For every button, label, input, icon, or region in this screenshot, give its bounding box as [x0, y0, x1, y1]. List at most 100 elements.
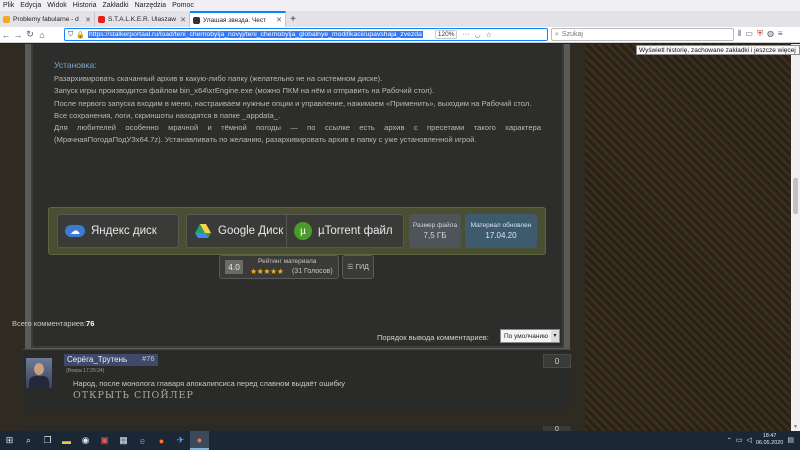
tab-current[interactable]: Улашая звезда. Чест ✕ — [190, 11, 286, 27]
hamburger-menu-icon[interactable]: ≡ — [778, 29, 783, 39]
sort-label: Порядок вывода комментариев: — [377, 333, 489, 342]
comments-count: Всего комментариев:76 — [12, 319, 94, 328]
search-icon[interactable]: ⌕ — [19, 431, 38, 450]
search-input[interactable]: ⌕ Szukaj — [551, 28, 734, 41]
updated-label: Материал обновлен — [470, 222, 532, 229]
tab-problemy[interactable]: Problemy fabularne - d ✕ — [0, 12, 95, 27]
pocket-icon[interactable]: ◡ — [474, 31, 480, 39]
avatar[interactable] — [26, 358, 52, 388]
yandex-disk-button[interactable]: ☁ Яндекс диск — [57, 214, 179, 248]
comment-text: Народ, после монолога главаря апокалипси… — [73, 379, 345, 388]
yandex-disk-icon: ☁ — [65, 225, 85, 237]
game-icon[interactable]: ✈ — [171, 431, 190, 450]
rating-label: Рейтинг материала — [258, 258, 317, 265]
rating-stars[interactable]: ★★★★★ — [250, 267, 284, 276]
scrollbar-thumb[interactable] — [793, 178, 798, 214]
firefox-icon[interactable]: ● — [152, 431, 171, 450]
rating-score: 4.0 — [225, 260, 243, 274]
home-icon[interactable]: ⌂ — [36, 30, 48, 40]
notification-icon[interactable]: ▤ — [787, 436, 794, 444]
network-icon[interactable]: ▭ — [736, 436, 743, 444]
chevron-up-icon[interactable]: ⌃ — [727, 437, 732, 444]
guide-button[interactable]: ☰ ГИД — [342, 255, 374, 279]
list-icon: ☰ — [347, 264, 354, 271]
tab-label: S.T.A.L.K.E.R. Ulaszaw — [108, 16, 176, 23]
task-view-icon[interactable]: ❐ — [38, 431, 57, 450]
menu-history[interactable]: Historia — [73, 2, 97, 9]
forward-icon[interactable]: → — [12, 30, 24, 40]
menu-bar: Plik Edycja Widok Historia Zakładki Narz… — [0, 0, 800, 11]
sort-select[interactable]: По умолчанию ▾ — [500, 329, 560, 343]
photos-icon[interactable]: ▦ — [114, 431, 133, 450]
scroll-down-icon[interactable]: ▼ — [791, 424, 800, 430]
rating-box: 4.0 Рейтинг материала ★★★★★ (31 Голосов) — [219, 255, 339, 279]
install-line: После первого запуска входим в меню, нас… — [54, 98, 532, 108]
menu-tools[interactable]: Narzędzia — [135, 2, 167, 9]
addon-icon[interactable]: ◍ — [767, 29, 774, 39]
radiation-icon — [193, 16, 200, 24]
install-title: Установка: — [54, 60, 97, 70]
scrollbar[interactable]: ▲ ▼ — [791, 44, 800, 431]
tab-bar: Problemy fabularne - d ✕ S.T.A.L.K.E.R. … — [0, 11, 800, 27]
bookmark-star-icon[interactable]: ☆ — [486, 31, 492, 39]
new-tab-button[interactable]: + — [286, 12, 300, 27]
zoom-level[interactable]: 120% — [434, 30, 458, 39]
clock[interactable]: 18:47 06.05.2020 — [756, 433, 784, 447]
install-line: Запуск игры производится файлом bin_x64\… — [54, 86, 435, 96]
utorrent-icon: µ — [294, 222, 312, 240]
close-icon[interactable]: ✕ — [180, 16, 186, 24]
updated-value: 17.04.20 — [485, 231, 517, 240]
file-size-box: Размер файла 7,5 ГБ — [409, 214, 461, 248]
menu-edit[interactable]: Edycja — [20, 2, 41, 9]
comments-count-label: Всего комментариев: — [12, 319, 87, 328]
updated-box: Материал обновлен 17.04.20 — [465, 214, 537, 248]
clock-time: 18:47 — [762, 433, 777, 439]
comment-date: (Вчера 17:29:24) — [66, 368, 105, 374]
file-size-label: Размер файла — [412, 222, 458, 229]
close-icon[interactable]: ✕ — [85, 16, 91, 24]
app-icon[interactable]: ▣ — [95, 431, 114, 450]
steam-icon[interactable]: ◉ — [76, 431, 95, 450]
menu-file[interactable]: Plik — [3, 2, 14, 9]
back-icon[interactable]: ← — [0, 30, 12, 40]
sort-select-value: По умолчанию — [504, 332, 548, 340]
comments-count-value: 76 — [86, 319, 95, 328]
page-actions-icon[interactable]: ··· — [462, 31, 469, 38]
system-tray: ⌃ ▭ ◁ 18:47 06.05.2020 ▤ — [727, 433, 794, 447]
install-line: Все сохранения, логи, скриншоты находятс… — [54, 110, 281, 120]
shield-icon[interactable]: ⛉ — [68, 31, 73, 39]
library-icon[interactable]: ⫴ — [738, 29, 741, 39]
spoiler-toggle[interactable]: ОТКРЫТЬ СПОЙЛЕР — [73, 390, 194, 401]
torrent-button[interactable]: µ µTorrent файл — [286, 214, 404, 248]
comment: Серёга_Трутень #76 (Вчера 17:29:24) Наро… — [22, 349, 571, 411]
volume-icon[interactable]: ◁ — [746, 436, 751, 444]
menu-view[interactable]: Widok — [47, 2, 66, 9]
install-line: Разархивировать скачанный архив в какую-… — [54, 74, 383, 83]
close-icon[interactable]: ✕ — [276, 16, 282, 24]
torrent-label: µTorrent файл — [318, 225, 393, 237]
shield-icon[interactable]: ⛨ — [757, 29, 763, 39]
menu-bookmarks[interactable]: Zakładki — [102, 2, 128, 9]
comment-score[interactable]: 0 — [543, 354, 571, 368]
url-text[interactable]: https://stalkerportaal.ru/load/teni_cher… — [87, 31, 423, 38]
file-size-value: 7,5 ГБ — [423, 231, 447, 240]
taskbar: ⊞ ⌕ ❐ ▬ ◉ ▣ ▦ e ● ✈ ● ⌃ ▭ ◁ 18:47 06.05.… — [0, 431, 800, 450]
install-line: Для любителей особенно мрачной и тёмной … — [54, 123, 541, 145]
google-drive-label: Google Диск — [218, 225, 284, 237]
stackexchange-icon — [3, 16, 10, 23]
comment-number[interactable]: #76 — [142, 354, 155, 363]
download-panel: ☁ Яндекс диск Google Диск µ µTorrent фай… — [48, 207, 546, 255]
menu-help[interactable]: Pomoc — [172, 2, 194, 9]
windows-start-icon[interactable]: ⊞ — [0, 431, 19, 450]
firefox-active-icon[interactable]: ● — [190, 431, 209, 450]
yandex-disk-label: Яндекс диск — [91, 225, 157, 237]
reload-icon[interactable]: ↻ — [24, 29, 36, 40]
sidebar-icon[interactable]: ▭ — [745, 29, 753, 39]
edge-icon[interactable]: e — [133, 431, 152, 450]
file-explorer-icon[interactable]: ▬ — [57, 431, 76, 450]
tab-youtube[interactable]: S.T.A.L.K.E.R. Ulaszaw ✕ — [95, 12, 190, 27]
page-content: Установка: Разархивировать скачанный арх… — [0, 44, 800, 431]
lock-icon[interactable]: 🔒 — [76, 31, 85, 39]
install-text: Разархивировать скачанный архив в какую-… — [54, 73, 541, 147]
url-bar[interactable]: ⛉ 🔒 https://stalkerportaal.ru/load/teni_… — [64, 28, 548, 41]
